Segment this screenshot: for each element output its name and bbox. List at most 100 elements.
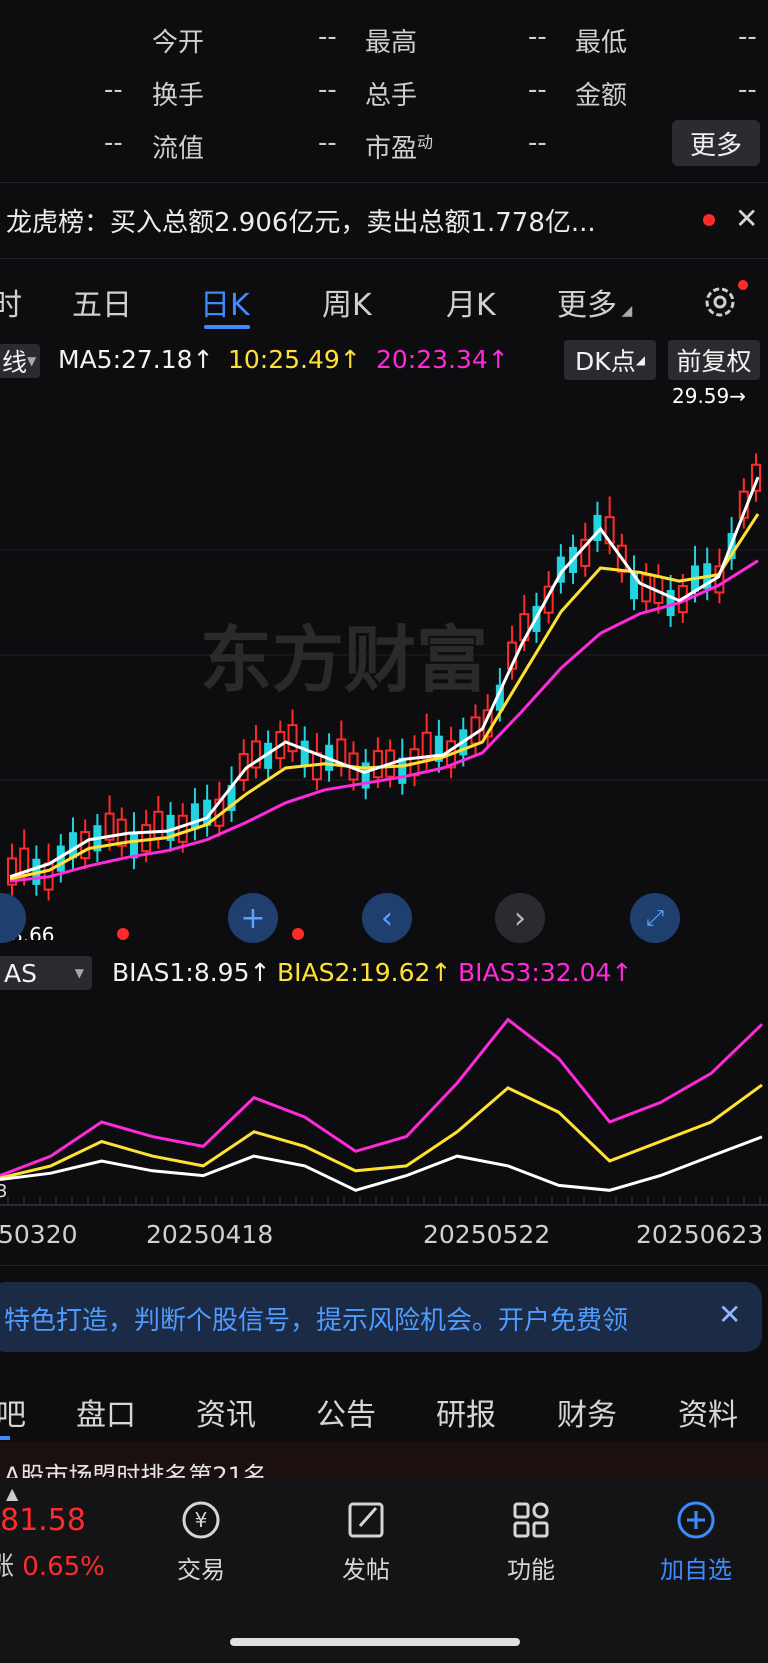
bias1-label: BIAS1:8.95↑ [112,958,271,987]
tab-five-day[interactable]: 五日 [72,280,132,324]
date-label: 50320 [0,1220,78,1249]
nav-trade[interactable]: 交易 [141,1550,261,1585]
divider [0,1265,768,1266]
date-label: 20250623 [636,1220,764,1249]
main-indicator-selector[interactable]: 线 ▼ [0,344,40,378]
ma10-label: 10:25.49↑ [228,345,361,374]
up-arrow-icon: ▲ [6,1484,19,1503]
label-float-cap: 流值 [152,134,205,164]
tab-pankou[interactable]: 盘口 [76,1390,136,1434]
value-turnover: -- [318,75,337,105]
ticker-change-prefix: 涨 [0,1552,15,1582]
tab-month-k[interactable]: 月K [446,280,496,324]
scroll-right-button[interactable]: › [495,893,545,943]
divider [0,182,768,183]
date-label: 20250522 [423,1220,551,1249]
value-low: -- [738,22,757,52]
candle-body [141,824,152,853]
tab-research[interactable]: 研报 [436,1390,496,1434]
label-high: 最高 [365,28,418,58]
bias-chart[interactable]: 3 [0,995,768,1210]
label-amount: 金额 [575,81,628,111]
bias3-label: BIAS3:32.04↑ [458,958,633,987]
post-icon[interactable] [306,1496,426,1548]
candlestick-chart[interactable]: 东方财富 29.59→ 8.66 [0,385,768,940]
active-tab-indicator [204,325,250,329]
candle-body [153,810,164,839]
tab-more[interactable]: 更多 ◢ [557,280,632,324]
value-open: -- [318,22,337,52]
active-tab-indicator [0,1436,10,1440]
tab-announcement[interactable]: 公告 [316,1390,376,1434]
sub-indicator-label: AS [4,958,37,988]
high-price-label: 29.59→ [672,385,746,408]
dk-point-button[interactable]: DK点 ◢ [564,340,656,380]
dropdown-triangle-icon: ◢ [617,303,633,319]
dk-point-label: DK点 [575,347,636,376]
label-turnover: 换手 [152,81,205,111]
chevron-down-icon: ▼ [27,354,37,368]
ma5-label: MA5:27.18↑ [58,345,214,374]
forward-adjust-button[interactable]: 前复权 [668,340,760,380]
date-label: 20250418 [146,1220,274,1249]
settings-dot-icon [738,280,748,290]
candle-body [300,740,309,767]
unread-dot-icon [703,214,715,226]
value-volume: -- [528,75,547,105]
ticker-price: 81.58 [0,1503,86,1538]
ticker-banner[interactable]: A股市场盟时排名第21名 [0,1442,768,1478]
scroll-left-button[interactable]: ‹ [362,893,412,943]
fullscreen-icon[interactable]: ⤢ [630,893,680,943]
bias-low-tick: 3 [0,1181,7,1202]
nav-post[interactable]: 发帖 [306,1550,426,1585]
tab-guba[interactable]: 吧 [0,1390,26,1434]
tab-finance[interactable]: 财务 [557,1390,617,1434]
candle-body [372,750,383,779]
apps-icon[interactable] [471,1496,591,1548]
sub-indicator-selector[interactable]: AS ▼ [0,956,92,990]
label-open: 今开 [152,28,205,58]
tab-news[interactable]: 资讯 [196,1390,256,1434]
label-low: 最低 [575,28,628,58]
settings-gear-icon[interactable] [700,282,740,322]
tab-profile[interactable]: 资料 [678,1390,738,1434]
ticker-change-value: 0.65% [22,1552,105,1582]
chevron-down-icon: ▼ [74,966,84,980]
divider [0,258,768,259]
add-watch-icon[interactable] [636,1496,756,1548]
candle-body [177,814,188,843]
bias2-label: BIAS2:19.62↑ [277,958,452,987]
value-float-cap: -- [318,128,337,158]
ma20-label: 20:23.34↑ [376,345,509,374]
label-volume: 总手 [365,81,418,111]
label-pe-sup: 动 [417,132,434,152]
value-amount: -- [738,75,757,105]
dragon-tiger-text[interactable]: 龙虎榜：买入总额2.906亿元，卖出总额1.778亿... [6,202,596,239]
nav-add-watchlist[interactable]: 加自选 [636,1550,756,1585]
svg-text:¥: ¥ [195,1508,208,1532]
trade-icon[interactable]: ¥ [141,1496,261,1548]
promo-close-icon[interactable]: ✕ [718,1298,741,1331]
tab-week-k[interactable]: 周K [322,280,372,324]
nav-apps[interactable]: 功能 [471,1550,591,1585]
value-pe: -- [528,128,547,158]
ticker-change: 涨 0.65% [0,1546,105,1583]
tab-day-k[interactable]: 日K [200,280,250,324]
watermark: 东方财富 [200,618,488,702]
close-icon[interactable]: ✕ [735,202,758,235]
more-quote-button[interactable]: 更多 [672,120,760,166]
tab-minute[interactable]: 时 [0,280,22,324]
dropdown-triangle-icon: ◢ [635,353,645,367]
zoom-in-button[interactable]: + [228,893,278,943]
promo-text[interactable]: 特色打造，判断个股信号，提示风险机会。开户免费领 [4,1300,704,1337]
main-indicator-label: 线 [2,348,28,377]
value-row2-left: -- [104,75,123,105]
candle-body [421,731,432,760]
signal-dot-icon [117,928,129,940]
label-pe: 市盈动 [365,132,434,164]
signal-dot-icon [292,928,304,940]
value-high: -- [528,22,547,52]
value-row3-left: -- [104,128,123,158]
bias3-line [0,1017,764,1178]
ticker-banner-text: A股市场盟时排名第21名 [4,1462,267,1478]
